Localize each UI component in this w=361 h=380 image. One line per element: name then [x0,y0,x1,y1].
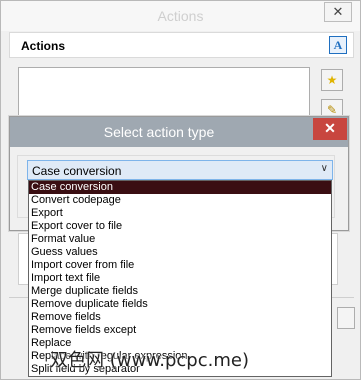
dropdown-option[interactable]: Import cover from file [29,259,331,272]
watermark: 双色网 (www.pcpc.me) [50,350,249,371]
dropdown-option[interactable]: Import text file [29,272,331,285]
dropdown-option[interactable]: Format value [29,233,331,246]
dialog-titlebar: Select action type ✕ [10,117,348,147]
dropdown-option-selected[interactable]: Case conversion [29,181,331,194]
dropdown-option[interactable]: Remove duplicate fields [29,298,331,311]
close-icon: ✕ [332,4,344,19]
background-close-button[interactable]: ✕ [324,2,352,22]
dropdown-option[interactable]: Remove fields except [29,324,331,337]
actions-label: Actions [21,39,66,53]
dialog-close-button[interactable]: ✕ [313,118,347,140]
dropdown-arrow-icon: ∨ [320,163,328,174]
dropdown-option[interactable]: Export [29,207,331,220]
close-icon: ✕ [324,120,336,136]
background-titlebar: Actions ✕ [1,1,360,31]
dropdown-option[interactable]: Export cover to file [29,220,331,233]
actions-header: Actions A [9,32,354,58]
star-icon: ★ [326,73,338,87]
dropdown-option[interactable]: Remove fields [29,311,331,324]
font-icon[interactable]: A [329,36,347,54]
add-action-button[interactable]: ★ [321,69,343,91]
dropdown-option[interactable]: Merge duplicate fields [29,285,331,298]
combo-selected-value: Case conversion [32,164,122,178]
dialog-title: Select action type [103,124,215,140]
dropdown-option[interactable]: Convert codepage [29,194,331,207]
background-title: Actions [157,8,204,24]
action-type-combo[interactable]: Case conversion ∨ [27,160,333,180]
dropdown-option[interactable]: Guess values [29,246,331,259]
edit-icon: ✎ [326,103,338,117]
background-side-button[interactable] [337,307,355,329]
